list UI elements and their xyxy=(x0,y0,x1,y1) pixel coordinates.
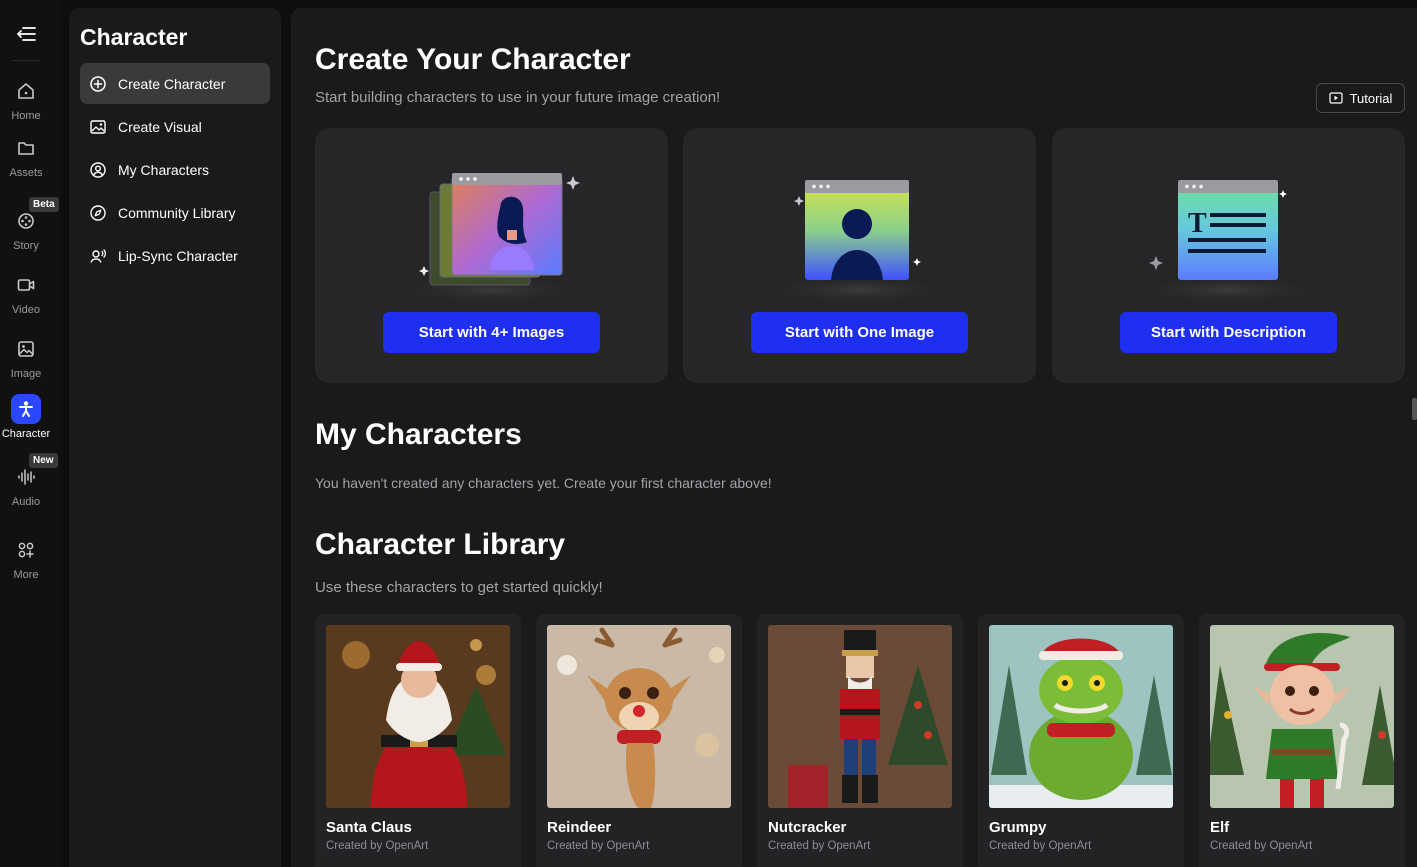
tutorial-label: Tutorial xyxy=(1349,90,1393,106)
sidebar-item-label: Community Library xyxy=(118,204,236,221)
rail-label: Assets xyxy=(9,167,43,179)
character-name: Elf xyxy=(1210,819,1230,836)
sidebar-item-create-visual[interactable]: Create Visual xyxy=(80,106,270,147)
scrollbar-thumb[interactable] xyxy=(1412,398,1417,420)
character-creator: Created by OpenArt xyxy=(768,840,871,852)
main-content: Create Your Character Start building cha… xyxy=(291,8,1417,867)
collapse-menu-icon[interactable] xyxy=(14,22,38,46)
multi-image-art xyxy=(396,173,586,304)
play-video-icon xyxy=(1328,92,1343,104)
my-characters-title: My Characters xyxy=(315,418,522,451)
rail-item-more[interactable]: More xyxy=(0,535,52,591)
rail-item-audio[interactable]: Audio xyxy=(0,462,52,518)
page-title: Create Your Character xyxy=(315,43,631,76)
plus-circle-icon xyxy=(89,75,107,93)
library-card-nutcracker[interactable]: Nutcracker Created by OpenArt xyxy=(757,614,963,867)
character-library-title: Character Library xyxy=(315,528,566,561)
my-characters-empty-text: You haven't created any characters yet. … xyxy=(315,475,772,491)
rail-label: More xyxy=(13,569,39,581)
create-option-card: Start with 4+ Images xyxy=(315,128,668,383)
sidebar-item-label: Create Character xyxy=(118,75,226,92)
create-option-card: Start with One Image xyxy=(683,128,1036,383)
folder-icon xyxy=(11,133,41,163)
rail-label: Character xyxy=(1,428,51,440)
user-circle-icon xyxy=(89,161,107,179)
icon-rail: Home Assets Story Beta Video Image Chara… xyxy=(0,0,60,867)
tutorial-button[interactable]: Tutorial xyxy=(1316,83,1405,113)
video-icon xyxy=(11,270,41,300)
home-icon xyxy=(11,76,41,106)
character-sidebar: Character Create Character Create Visual… xyxy=(69,8,281,867)
rail-item-home[interactable]: Home xyxy=(0,76,52,132)
voice-user-icon xyxy=(89,247,107,265)
nutcracker-image xyxy=(768,625,952,808)
rail-divider xyxy=(12,60,40,61)
santa-claus-image xyxy=(326,625,510,808)
app-root: Home Assets Story Beta Video Image Chara… xyxy=(0,0,1417,867)
new-badge: New xyxy=(29,453,58,468)
character-name: Grumpy xyxy=(989,819,1047,836)
rail-label: Story xyxy=(13,240,39,252)
grid-plus-icon xyxy=(11,535,41,565)
rail-label: Image xyxy=(10,368,42,380)
library-card-grumpy[interactable]: Grumpy Created by OpenArt xyxy=(978,614,1184,867)
sidebar-item-label: Create Visual xyxy=(118,118,202,135)
character-name: Reindeer xyxy=(547,819,612,836)
character-creator: Created by OpenArt xyxy=(989,840,1092,852)
character-name: Santa Claus xyxy=(326,819,412,836)
svg-text:T: T xyxy=(1188,208,1207,239)
compass-icon xyxy=(89,204,107,222)
library-card-reindeer[interactable]: Reindeer Created by OpenArt xyxy=(536,614,742,867)
rail-label: Home xyxy=(11,110,41,122)
rail-item-video[interactable]: Video xyxy=(0,270,52,326)
grumpy-image xyxy=(989,625,1173,808)
image-icon xyxy=(11,334,41,364)
rail-item-character[interactable]: Character xyxy=(0,394,52,450)
image-stack-icon xyxy=(89,118,107,136)
character-name: Nutcracker xyxy=(768,819,847,836)
library-card-elf[interactable]: Elf Created by OpenArt xyxy=(1199,614,1405,867)
sidebar-item-lip-sync-character[interactable]: Lip-Sync Character xyxy=(80,235,270,276)
character-creator: Created by OpenArt xyxy=(1210,840,1313,852)
rail-item-image[interactable]: Image xyxy=(0,334,52,390)
start-with-description-button[interactable]: Start with Description xyxy=(1120,312,1337,353)
reindeer-image xyxy=(547,625,731,808)
sidebar-item-community-library[interactable]: Community Library xyxy=(80,192,270,233)
character-icon xyxy=(11,394,41,424)
rail-label: Video xyxy=(12,304,40,316)
start-with-images-button[interactable]: Start with 4+ Images xyxy=(383,312,600,353)
library-card-santa-claus[interactable]: Santa Claus Created by OpenArt xyxy=(315,614,521,867)
rail-item-assets[interactable]: Assets xyxy=(0,133,52,189)
character-creator: Created by OpenArt xyxy=(547,840,650,852)
create-option-card: T Start with Description xyxy=(1052,128,1405,383)
beta-badge: Beta xyxy=(29,197,59,212)
sidebar-item-my-characters[interactable]: My Characters xyxy=(80,149,270,190)
single-image-art xyxy=(764,180,954,304)
page-subtitle: Start building characters to use in your… xyxy=(315,89,721,106)
elf-image xyxy=(1210,625,1394,808)
sidebar-item-label: My Characters xyxy=(118,161,210,178)
sidebar-title: Character xyxy=(80,24,188,50)
sidebar-item-label: Lip-Sync Character xyxy=(118,247,238,264)
rail-item-story[interactable]: Story xyxy=(0,206,52,262)
start-with-one-image-button[interactable]: Start with One Image xyxy=(751,312,968,353)
rail-label: Audio xyxy=(11,496,41,508)
sidebar-item-create-character[interactable]: Create Character xyxy=(80,63,270,104)
text-description-art: T xyxy=(1133,180,1323,304)
character-creator: Created by OpenArt xyxy=(326,840,429,852)
character-library-subtitle: Use these characters to get started quic… xyxy=(315,579,603,596)
